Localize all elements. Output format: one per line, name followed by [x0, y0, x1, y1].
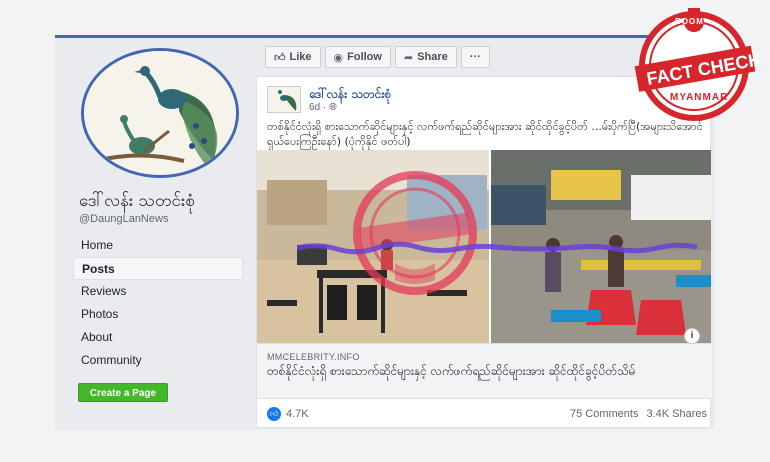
like-button[interactable]: 👍︎ Like	[265, 46, 321, 68]
like-count[interactable]: 4.7K	[286, 408, 309, 420]
share-count[interactable]: 3.4K Shares	[646, 408, 707, 420]
sidebar-item-photos[interactable]: Photos	[73, 303, 243, 326]
share-label: Share	[417, 51, 448, 63]
share-arrow-icon: ➦	[403, 51, 414, 64]
more-label: ···	[469, 51, 481, 63]
thumbs-up-icon: 👍︎	[274, 51, 286, 64]
peacock-illustration	[84, 51, 236, 175]
follow-label: Follow	[347, 51, 382, 63]
page-sidebar: ဒေါ်လန်း သတင်းစုံ @DaungLanNews Home Pos…	[55, 38, 250, 430]
engagement-counts: 75 Comments 3.4K Shares	[570, 408, 707, 420]
sidebar-item-about[interactable]: About	[73, 326, 243, 349]
create-page-button[interactable]: Create a Page	[78, 383, 168, 402]
info-icon[interactable]: i	[684, 328, 700, 344]
page-handle: @DaungLanNews	[79, 213, 169, 225]
sidebar-item-home[interactable]: Home	[73, 234, 243, 257]
peacock-thumb-icon	[268, 87, 300, 112]
sidebar-item-posts[interactable]: Posts	[73, 257, 243, 280]
page-action-bar: 👍︎ Like ◉ Follow ➦ Share ···	[265, 46, 490, 68]
stamp-top-text: BOOM	[675, 17, 704, 26]
share-button[interactable]: ➦ Share	[394, 46, 457, 68]
sidebar-nav: Home Posts Reviews Photos About Communit…	[73, 234, 243, 372]
sidebar-item-community[interactable]: Community	[73, 349, 243, 372]
faded-watermark-stamp	[353, 171, 477, 295]
post-author-avatar[interactable]	[267, 86, 301, 113]
more-button[interactable]: ···	[460, 46, 490, 68]
like-label: Like	[289, 51, 312, 63]
stamp-bottom-text: MYANMAR	[670, 92, 729, 103]
follow-button[interactable]: ◉ Follow	[324, 46, 391, 68]
page-avatar-peacock[interactable]	[81, 48, 239, 178]
link-preview[interactable]: i MMCELEBRITY.INFO တစ်နိုင်ငံလုံးရှိ စား…	[257, 328, 712, 399]
sidebar-item-reviews[interactable]: Reviews	[73, 280, 243, 303]
link-domain: MMCELEBRITY.INFO	[267, 352, 360, 362]
post-stats: 👍︎ 4.7K 75 Comments 3.4K Shares	[267, 407, 707, 421]
purple-scribble-overlay	[297, 241, 697, 255]
comment-count[interactable]: 75 Comments	[570, 408, 638, 420]
rss-icon: ◉	[333, 51, 344, 64]
globe-icon: 🌐︎	[329, 102, 338, 113]
link-title[interactable]: တစ်နိုင်ငံလုံးရှိ စားသောက်ဆိုင်များနှင့်…	[267, 364, 687, 379]
boom-fact-check-stamp: BOOM FACT CHECK MYANMAR	[628, 4, 763, 124]
post-time-label: 6d ·	[309, 102, 327, 113]
page-name[interactable]: ဒေါ်လန်း သတင်းစုံ	[79, 190, 195, 215]
like-reaction-icon: 👍︎	[267, 407, 281, 421]
post-timestamp[interactable]: 6d · 🌐︎	[309, 102, 337, 113]
